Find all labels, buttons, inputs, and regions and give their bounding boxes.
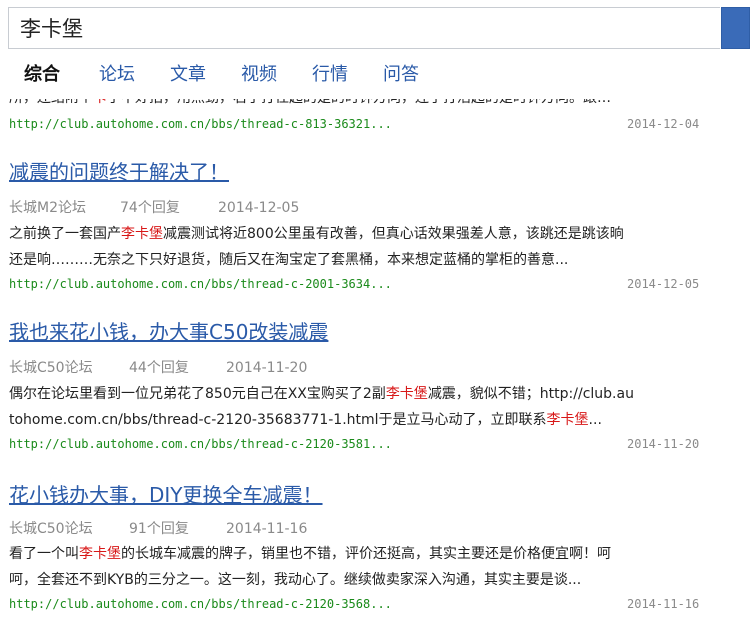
search-input[interactable] — [8, 7, 720, 49]
result-snippet: 偶尔在论坛里看到一位兄弟花了850元自己在XX宝购买了2副李卡堡减震，貌似不错；… — [9, 385, 634, 403]
tab-market[interactable]: 行情 — [312, 62, 348, 88]
tab-forum[interactable]: 论坛 — [99, 62, 135, 88]
snippet-text: 还是响………无奈之下只好退货，随后又在淘宝定了套黑桶，本来想定蓝桶的掌柜的善意.… — [9, 252, 569, 268]
tab-bar: 综合 论坛 文章 视频 行情 问答 — [0, 59, 750, 99]
snippet-text: 的长城车减震的牌子，销里也不错，评价还挺高，其实主要还是价格便宜啊！呵 — [121, 546, 611, 562]
result-date: 2014-12-05 — [627, 277, 700, 291]
result-post-date: 2014-11-16 — [226, 521, 308, 537]
search-button[interactable] — [721, 7, 750, 49]
snippet-text: 看了一个叫 — [9, 546, 79, 562]
snippet-text: 了不好拍，用点劲，右了打往起的是的时钟方向，连了打活起的是时钟方向。跟… — [107, 99, 611, 106]
result-forum: 长城C50论坛 — [9, 521, 93, 537]
snippet-text: 减震，貌似不错；http://club.au — [427, 386, 634, 402]
keyword-highlight: 李卡堡 — [546, 412, 589, 428]
result-snippet: 之前换了一套国产李卡堡减震测试将近800公里虽有改善，但真心话效果强差人意，该跳… — [9, 225, 624, 243]
result-snippet: 呵，全套还不到KYB的三分之一。这一刻，我动心了。继续做卖家深入沟通，其实主要是… — [9, 571, 581, 589]
tab-comprehensive[interactable]: 综合 — [24, 62, 60, 88]
result-replies: 44个回复 — [129, 360, 189, 376]
result-title-link[interactable]: 减震的问题终于解决了！ — [9, 159, 229, 185]
result-url[interactable]: http://club.autohome.com.cn/bbs/thread-c… — [9, 436, 392, 452]
result-date: 2014-12-04 — [627, 117, 700, 131]
result-url[interactable]: http://club.autohome.com.cn/bbs/thread-c… — [9, 596, 392, 612]
result-snippet: 看了一个叫李卡堡的长城车减震的牌子，销里也不错，评价还挺高，其实主要还是价格便宜… — [9, 545, 611, 563]
keyword-highlight: 李卡堡 — [79, 546, 121, 562]
result-forum: 长城C50论坛 — [9, 360, 93, 376]
tab-qa[interactable]: 问答 — [383, 62, 419, 88]
result-date: 2014-11-16 — [627, 597, 700, 611]
result-forum: 长城M2论坛 — [9, 200, 86, 216]
tab-articles[interactable]: 文章 — [170, 62, 206, 88]
snippet-text: 呵，全套还不到KYB的三分之一。这一刻，我动心了。继续做卖家深入沟通，其实主要是… — [9, 572, 582, 588]
tab-videos[interactable]: 视频 — [241, 62, 277, 88]
snippet-text: ... — [588, 412, 602, 428]
snippet-text: tohome.com.cn/bbs/thread-c-2120-35683771… — [9, 412, 547, 428]
result-url[interactable]: http://club.autohome.com.cn/bbs/thread-c… — [9, 116, 392, 132]
keyword-highlight: 李卡堡 — [121, 226, 163, 242]
result-replies: 91个回复 — [129, 521, 189, 537]
snippet-text: 偶尔在论坛里看到一位兄弟花了850元自己在XX宝购买了2副 — [9, 386, 386, 402]
keyword-highlight: 李卡堡 — [385, 386, 428, 402]
result-post-date: 2014-12-05 — [218, 200, 300, 216]
result-title-link[interactable]: 花小钱办大事，DIY更换全车减震！ — [9, 482, 323, 508]
search-bar — [0, 0, 750, 59]
result-url[interactable]: http://club.autohome.com.cn/bbs/thread-c… — [9, 276, 392, 292]
result-date: 2014-11-20 — [627, 437, 700, 451]
keyword-highlight: 卡 — [93, 99, 107, 106]
results-list: 所，还结附个卡了不好拍，用点劲，右了打往起的是的时钟方向，连了打活起的是时钟方向… — [0, 99, 750, 634]
result-snippet: tohome.com.cn/bbs/thread-c-2120-35683771… — [9, 411, 602, 429]
result-snippet: 还是响………无奈之下只好退货，随后又在淘宝定了套黑桶，本来想定蓝桶的掌柜的善意.… — [9, 251, 568, 269]
snippet-text: 之前换了一套国产 — [9, 226, 121, 242]
result-title-link[interactable]: 我也来花小钱，办大事C50改装减震 — [9, 319, 328, 345]
result-snippet: 所，还结附个卡了不好拍，用点劲，右了打往起的是的时钟方向，连了打活起的是时钟方向… — [9, 99, 611, 107]
result-post-date: 2014-11-20 — [226, 360, 308, 376]
snippet-text: 所，还结附个 — [9, 99, 93, 106]
snippet-text: 减震测试将近800公里虽有改善，但真心话效果强差人意，该跳还是跳该晌 — [163, 226, 624, 242]
result-replies: 74个回复 — [120, 200, 180, 216]
